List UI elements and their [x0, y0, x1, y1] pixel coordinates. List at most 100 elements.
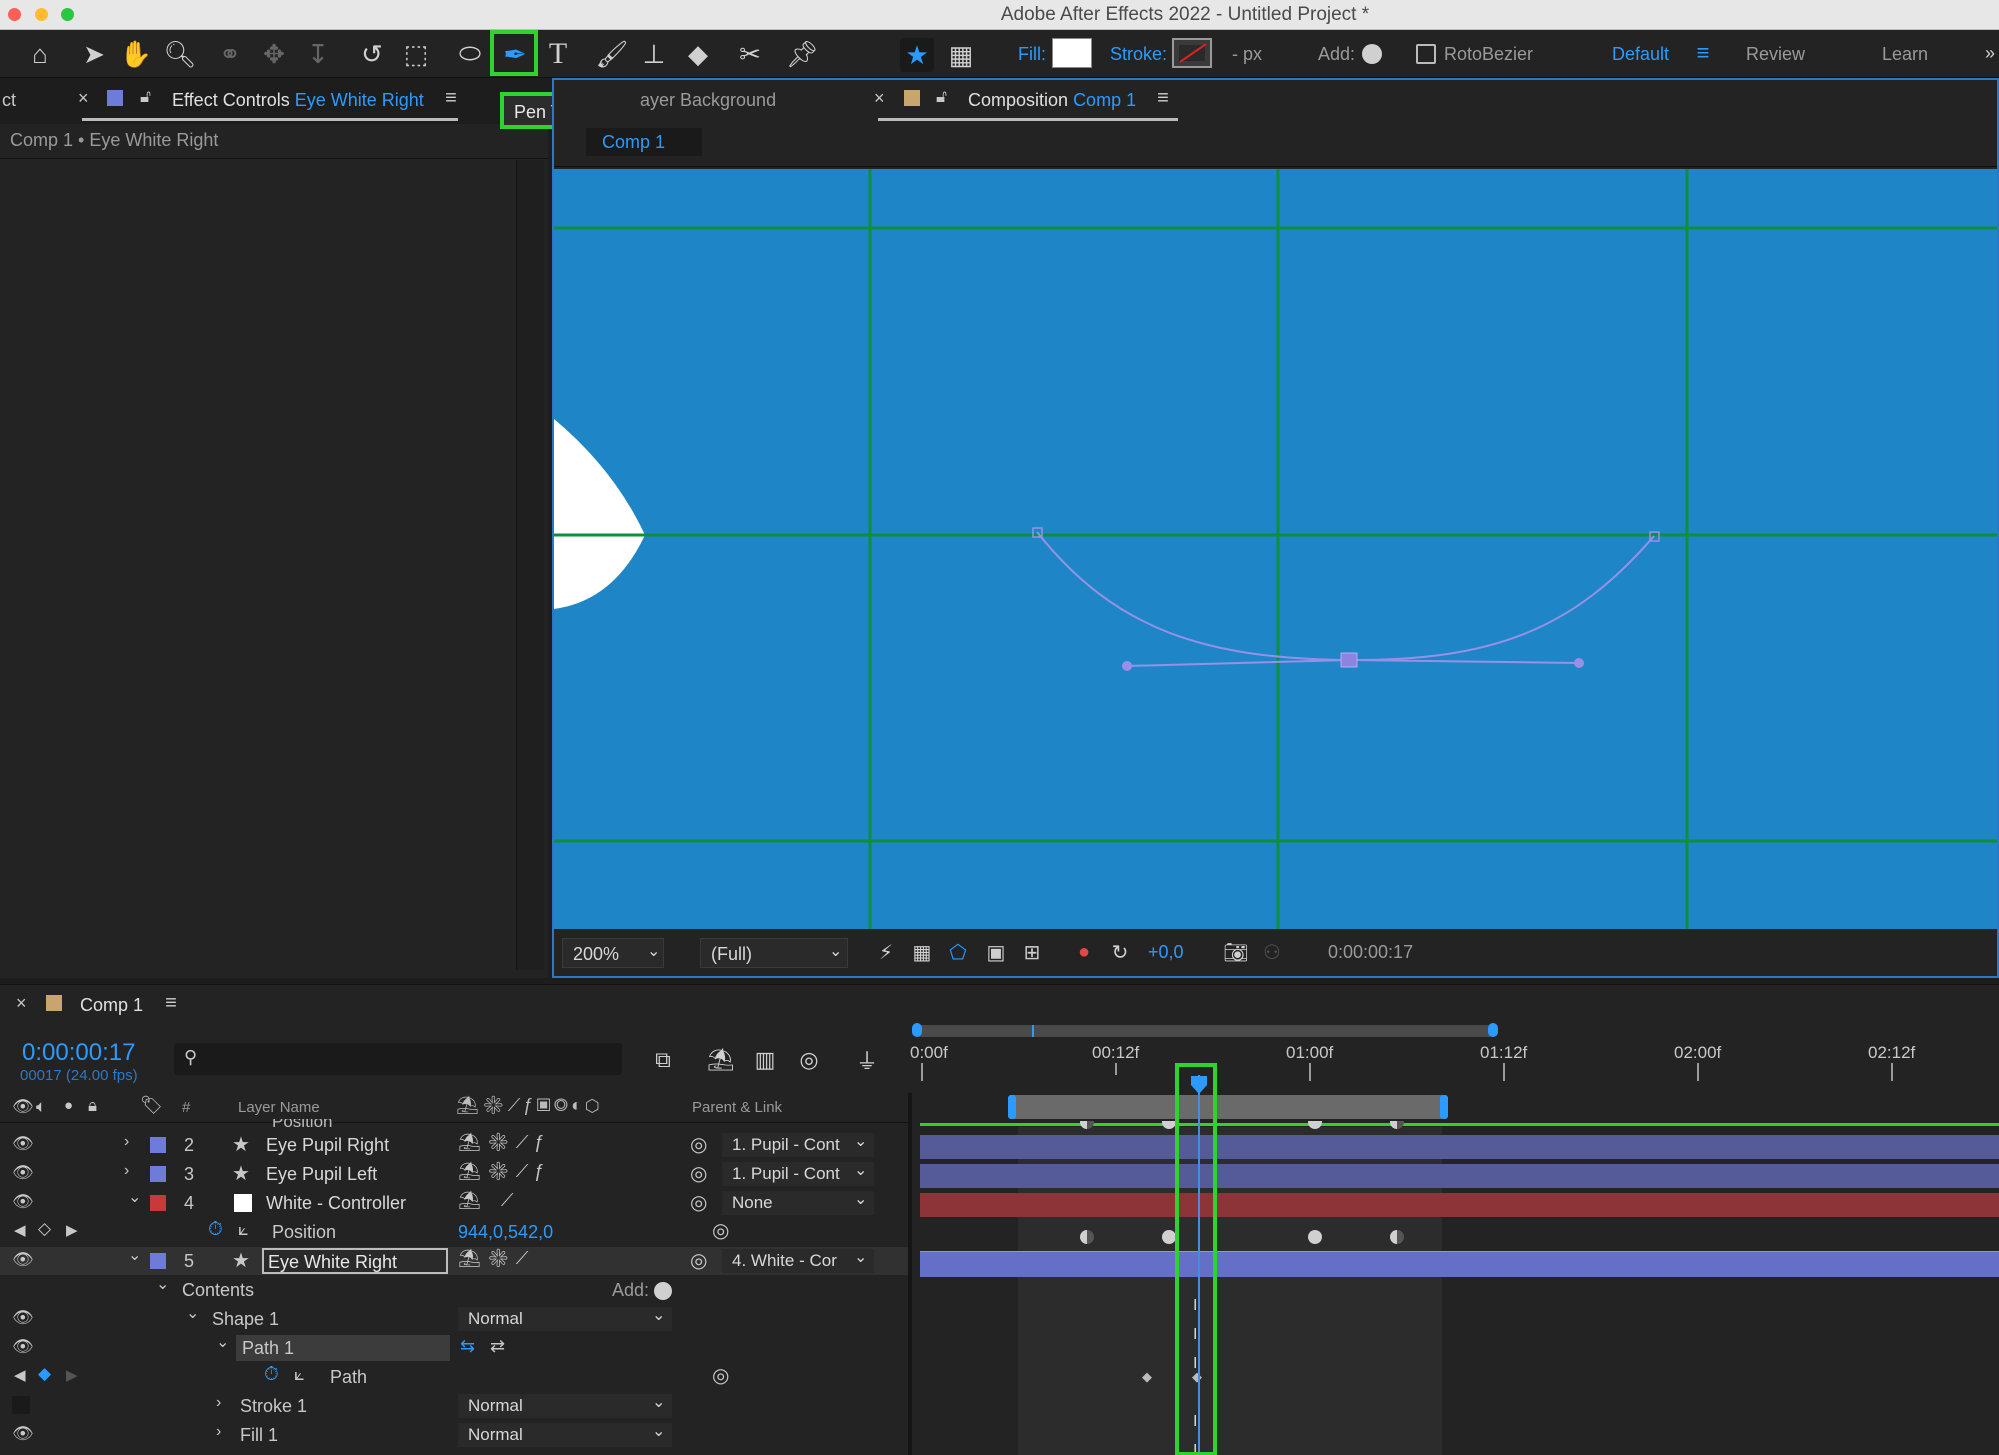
- eye-icon[interactable]: 👁︎: [12, 1308, 34, 1328]
- close-tab-icon[interactable]: ×: [78, 88, 89, 109]
- stopwatch-icon[interactable]: ⏱︎: [264, 1364, 279, 1386]
- draft-3d-icon[interactable]: ⛱︎: [706, 1045, 736, 1075]
- close-tab-icon[interactable]: ×: [874, 88, 885, 109]
- eye-icon[interactable]: 👁︎: [12, 1424, 34, 1444]
- eye-icon[interactable]: 👁︎: [12, 1192, 34, 1212]
- composition-viewer[interactable]: [554, 169, 1997, 929]
- expression-pick-whip-icon[interactable]: ◎: [712, 1363, 729, 1388]
- ellipse-tool-icon[interactable]: ⬭: [452, 36, 488, 72]
- zoom-tool-icon[interactable]: 🔍︎: [162, 36, 198, 72]
- fill-row[interactable]: 👁︎ › Fill 1 Normal ⌄: [0, 1421, 910, 1449]
- rotobezier-checkbox[interactable]: [1416, 44, 1436, 64]
- type-tool-icon[interactable]: T: [540, 36, 576, 72]
- tab-project-partial[interactable]: ct: [2, 90, 16, 111]
- panel-menu-icon[interactable]: ≡: [160, 991, 182, 1015]
- tab-layer-background[interactable]: ayer Background: [640, 90, 776, 111]
- layer-switches[interactable]: ⛱︎✳︎⟋ƒ: [458, 1132, 550, 1153]
- brush-tool-icon[interactable]: 🖌︎: [594, 36, 630, 72]
- lock-icon[interactable]: 🔓︎: [936, 87, 947, 107]
- roto-brush-tool-icon[interactable]: ✂: [732, 36, 768, 72]
- pan-behind-tool-icon[interactable]: ⬚: [398, 36, 434, 72]
- bezier-handle[interactable]: [1574, 658, 1584, 668]
- puppet-pin-tool-icon[interactable]: 📌︎: [784, 36, 820, 72]
- label-color[interactable]: [150, 1137, 166, 1153]
- eye-icon[interactable]: 👁︎: [12, 1250, 34, 1270]
- zoom-dropdown[interactable]: 200% ⌄: [562, 938, 664, 968]
- path-direction-reverse-icon[interactable]: ⇄: [490, 1336, 505, 1357]
- layer-duration-bar-selected[interactable]: [920, 1251, 1999, 1277]
- show-snapshot-icon[interactable]: ⚇: [1258, 938, 1286, 966]
- motion-blur-icon[interactable]: ◎: [794, 1045, 824, 1075]
- region-of-interest-icon[interactable]: ▣: [982, 938, 1010, 966]
- visibility-toggle-off[interactable]: [12, 1396, 30, 1414]
- frame-blending-icon[interactable]: ▥: [750, 1045, 780, 1075]
- home-icon[interactable]: ⌂: [20, 36, 60, 72]
- left-panel-scrollbar[interactable]: [516, 160, 544, 970]
- hand-tool-icon[interactable]: ✋: [118, 36, 154, 72]
- transparency-grid-icon[interactable]: ▦: [908, 938, 936, 966]
- panel-menu-icon[interactable]: ≡: [440, 86, 462, 110]
- layer-row[interactable]: 👁︎ ⌄ 4 White - Controller ⛱︎⟋ ◎ None ⌄: [0, 1189, 910, 1217]
- eye-icon[interactable]: 👁︎: [12, 1337, 34, 1357]
- eye-icon[interactable]: 👁︎: [12, 1163, 34, 1183]
- label-color[interactable]: [150, 1166, 166, 1182]
- time-graph[interactable]: 0:00f 00:12f 01:00f 01:12f 02:00f 02:12f: [910, 1023, 1999, 1455]
- timeline-tab[interactable]: Comp 1: [80, 995, 143, 1016]
- expand-chevron-icon[interactable]: ›: [124, 1162, 129, 1180]
- prev-keyframe-icon[interactable]: ◀: [14, 1221, 26, 1239]
- parent-dropdown[interactable]: 4. White - Cor ⌄: [722, 1249, 874, 1273]
- layer-duration-bar[interactable]: [920, 1164, 1999, 1188]
- keyframe-at-time-icon[interactable]: ◆: [38, 1364, 51, 1384]
- layer-row[interactable]: 👁︎ › 3 ★ Eye Pupil Left ⛱︎✳︎⟋ƒ ◎ 1. Pupi…: [0, 1160, 910, 1188]
- expand-chevron-icon[interactable]: ›: [216, 1394, 221, 1412]
- tab-effect-controls[interactable]: Effect Controls Eye White Right: [172, 90, 424, 111]
- workspace-learn[interactable]: Learn: [1882, 44, 1928, 65]
- bezier-handle[interactable]: [1122, 661, 1132, 671]
- path-group-label-bg[interactable]: Path 1: [236, 1335, 450, 1361]
- path-property-row[interactable]: ◀ ◆ ▶ ⏱︎ ⟀ Path ◎: [0, 1363, 910, 1391]
- collapse-chevron-icon[interactable]: ⌄: [186, 1303, 199, 1323]
- layer-name[interactable]: Eye Pupil Left: [266, 1164, 377, 1185]
- mask-visibility-icon[interactable]: ⬠: [944, 938, 972, 966]
- graph-icon[interactable]: ⟀: [238, 1219, 249, 1240]
- comp-subtab[interactable]: Comp 1: [586, 128, 702, 156]
- workspace-menu-icon[interactable]: ≡: [1688, 38, 1718, 68]
- keyframe[interactable]: [1162, 1230, 1176, 1244]
- navigator-start-handle[interactable]: [912, 1023, 922, 1037]
- layer-duration-bar[interactable]: [920, 1193, 1999, 1217]
- position-value[interactable]: 944,0,542,0: [458, 1222, 553, 1243]
- layer-search-input[interactable]: ⚲: [174, 1043, 622, 1075]
- dolly-camera-icon[interactable]: ↧: [300, 36, 336, 72]
- path-group-row[interactable]: 👁︎ ⌄ Path 1 ⇆ ⇄: [0, 1334, 910, 1362]
- blend-mode-dropdown[interactable]: Normal ⌄: [458, 1423, 672, 1447]
- parent-dropdown[interactable]: 1. Pupil - Cont ⌄: [722, 1162, 874, 1186]
- fill-swatch[interactable]: [1052, 38, 1092, 68]
- clone-stamp-tool-icon[interactable]: ⊥: [636, 36, 672, 72]
- work-area-start-handle[interactable]: [1008, 1095, 1016, 1119]
- reset-exposure-icon[interactable]: ↻: [1106, 938, 1134, 966]
- work-area-end-handle[interactable]: [1440, 1095, 1448, 1119]
- path-direction-icon[interactable]: ⇆: [460, 1336, 475, 1357]
- color-channels-icon[interactable]: ●: [1070, 938, 1098, 966]
- layer-row-selected[interactable]: 👁︎ ⌄ 5 ★ Eye White Right ⛱︎✳︎⟋ ◎ 4. Whit…: [0, 1247, 910, 1275]
- comp-mini-flowchart-icon[interactable]: ⧉: [648, 1045, 678, 1075]
- layer-row[interactable]: 👁︎ › 2 ★ Eye Pupil Right ⛱︎✳︎⟋ƒ ◎ 1. Pup…: [0, 1131, 910, 1159]
- add-menu-icon[interactable]: [1362, 44, 1382, 64]
- resolution-dropdown[interactable]: (Full) ⌄: [700, 938, 848, 968]
- work-area-bar[interactable]: [1010, 1095, 1442, 1119]
- blend-mode-dropdown[interactable]: Normal ⌄: [458, 1394, 672, 1418]
- fast-previews-icon[interactable]: ⚡︎: [872, 938, 900, 966]
- close-tab-icon[interactable]: ×: [16, 993, 27, 1014]
- keyframe-diamond[interactable]: ◆: [1142, 1369, 1152, 1385]
- expand-chevron-icon[interactable]: ›: [124, 1133, 129, 1151]
- pan-camera-icon[interactable]: ✥: [256, 36, 292, 72]
- pick-whip-icon[interactable]: ◎: [690, 1132, 707, 1157]
- orbit-camera-icon[interactable]: ⚭: [212, 36, 248, 72]
- expand-chevron-icon[interactable]: ›: [216, 1423, 221, 1441]
- workspace-review[interactable]: Review: [1746, 44, 1805, 65]
- stroke-row[interactable]: › Stroke 1 Normal ⌄: [0, 1392, 910, 1420]
- exposure-value[interactable]: +0,0: [1148, 942, 1184, 963]
- layer-switches[interactable]: ⛱︎✳︎⟋ƒ: [458, 1161, 550, 1182]
- layer-name[interactable]: Eye Pupil Right: [266, 1135, 389, 1156]
- property-row-position[interactable]: ◀ ◇ ▶ ⏱︎ ⟀ Position 944,0,542,0 ◎: [0, 1218, 910, 1246]
